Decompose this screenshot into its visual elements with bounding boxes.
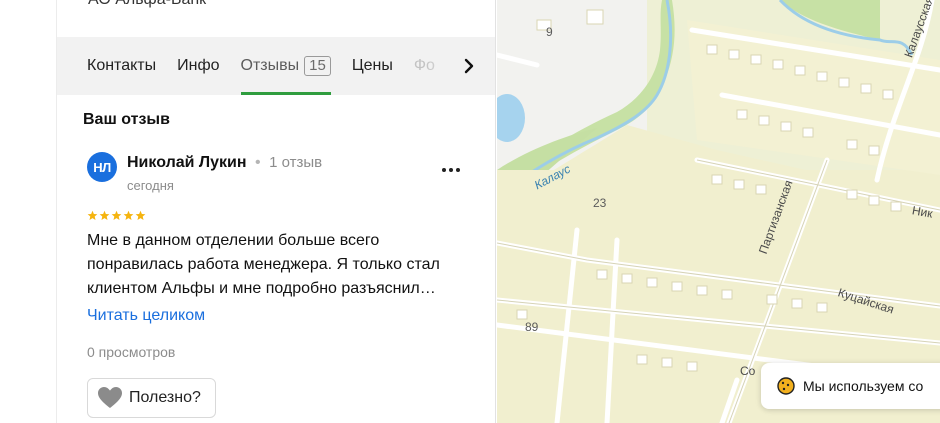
useful-button-label: Полезно?: [129, 389, 201, 406]
tab-prices[interactable]: Цены: [352, 37, 393, 95]
dot-icon: [442, 168, 446, 172]
map-street-label: Со: [740, 364, 756, 378]
read-more-link[interactable]: Читать целиком: [87, 307, 205, 325]
star-icon: [87, 210, 98, 220]
tab-info-label: Инфо: [177, 57, 220, 74]
heart-icon: [98, 387, 122, 408]
dot-icon: [449, 168, 453, 172]
star-icon: [111, 210, 122, 220]
cookie-notice[interactable]: Мы используем со: [761, 363, 940, 409]
views-count: 0 просмотров: [87, 344, 176, 360]
dot-icon: [456, 168, 460, 172]
tab-reviews[interactable]: Отзывы 15: [240, 37, 332, 95]
useful-button[interactable]: Полезно?: [87, 378, 216, 418]
author-name[interactable]: Николай Лукин: [127, 154, 247, 171]
map-house-label: 89: [525, 320, 539, 334]
left-sidebar-strip: [0, 0, 56, 423]
author-line: Николай Лукин • 1 отзыв: [127, 154, 322, 172]
map-house-label: 9: [546, 25, 553, 39]
review-text-line: понравилась работа менеджера. Я только с…: [87, 256, 440, 273]
map-canvas: [497, 0, 940, 423]
star-icon: [135, 210, 146, 220]
review-text-line: Мне в данном отделении больше всего: [87, 232, 380, 249]
star-icon: [123, 210, 134, 220]
organization-panel: АО Альфа-Банк Контакты Инфо Отзывы 15 Це…: [56, 0, 496, 423]
tab-info[interactable]: Инфо: [177, 37, 219, 95]
organization-name: АО Альфа-Банк: [88, 0, 206, 9]
avatar[interactable]: НЛ: [87, 152, 117, 182]
map[interactable]: 9 23 89 Калаус Калаусская Партизанская К…: [497, 0, 940, 423]
tab-reviews-label: Отзывы: [240, 57, 300, 74]
reviews-count-badge: 15: [304, 56, 331, 76]
star-icon: [99, 210, 110, 220]
review-date: сегодня: [127, 178, 174, 193]
tabs-next-button[interactable]: [459, 56, 479, 76]
cookie-icon: [777, 377, 795, 395]
rating-stars: [87, 210, 146, 221]
tab-prices-label: Цены: [351, 57, 393, 74]
avatar-initials: НЛ: [93, 159, 111, 175]
tab-contacts-label: Контакты: [87, 57, 157, 74]
more-options-button[interactable]: [437, 160, 465, 180]
author-separator: •: [255, 154, 261, 171]
cookie-notice-text: Мы используем со: [803, 378, 924, 394]
review-text-line: клиентом Альфы и мне подробно разъяснил…: [87, 280, 436, 297]
author-reviews-count: 1 отзыв: [269, 154, 323, 171]
your-review-title: Ваш отзыв: [83, 111, 170, 128]
map-house-label: 23: [593, 196, 607, 210]
tab-contacts[interactable]: Контакты: [87, 37, 156, 95]
chevron-right-icon: [464, 58, 474, 74]
review-text: Мне в данном отделении больше всего понр…: [87, 229, 469, 301]
